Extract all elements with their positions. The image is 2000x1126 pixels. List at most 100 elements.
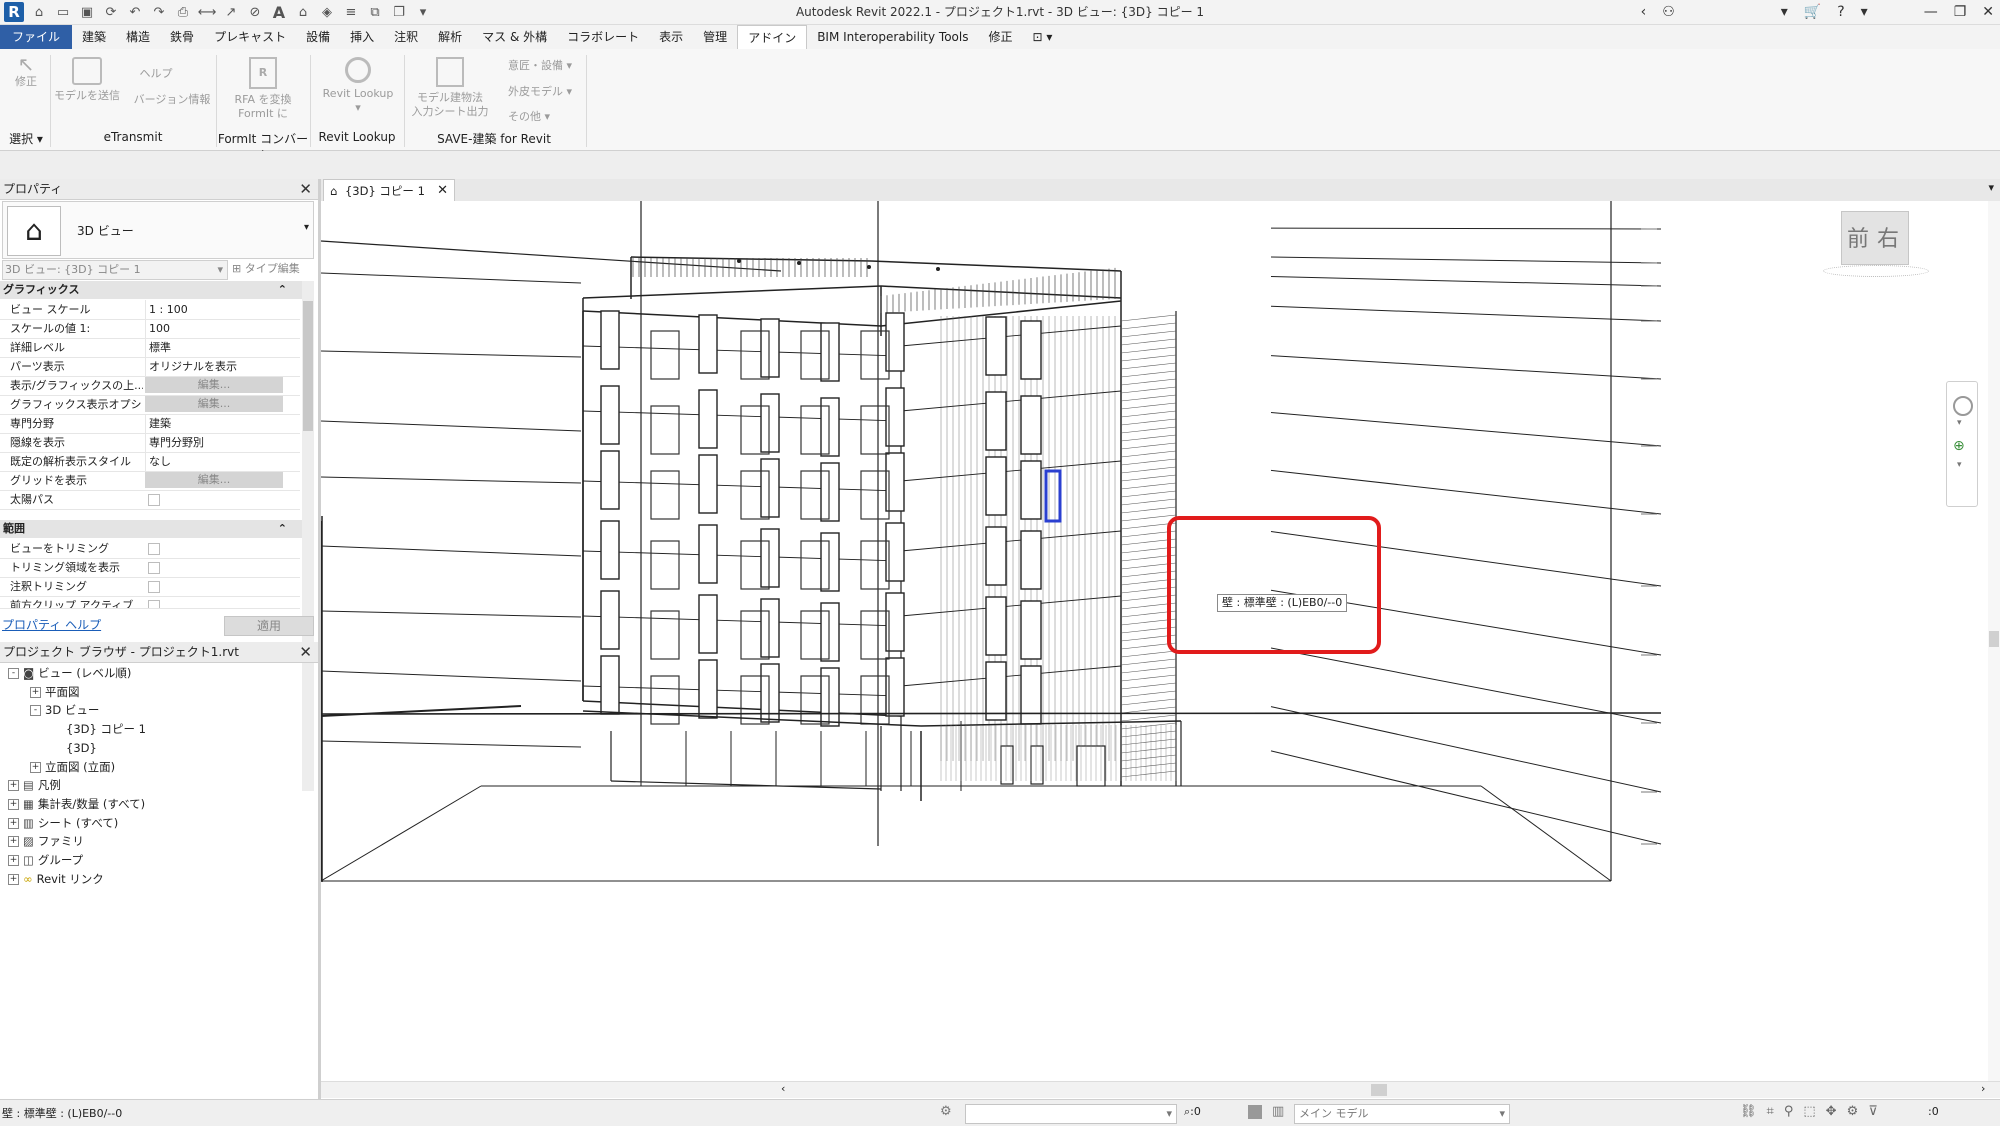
panel-select-label[interactable]: 選択 ▾ <box>2 130 50 147</box>
expand-icon[interactable]: + <box>8 780 19 792</box>
property-value[interactable]: 1 : 100 <box>145 300 289 319</box>
browser-item[interactable]: - ◙ ビュー (レベル順) <box>8 664 131 682</box>
filter-icon[interactable]: ⊽ <box>1868 1104 1878 1119</box>
property-row[interactable]: 隠線を表示 専門分野別 <box>0 433 300 453</box>
section-graphics[interactable]: グラフィックス ⌃ <box>0 281 303 299</box>
customize-qat-icon[interactable]: ▾ <box>414 3 432 21</box>
property-row[interactable]: パーツ表示 オリジナルを表示 <box>0 357 300 377</box>
property-checkbox[interactable] <box>148 600 160 608</box>
close-hidden-icon[interactable]: ⧉ <box>366 3 384 21</box>
collapse-icon[interactable]: - <box>8 668 19 679</box>
property-checkbox[interactable] <box>148 581 160 593</box>
scroll-thumb[interactable] <box>303 301 313 431</box>
tab-addins[interactable]: アドイン <box>737 24 808 50</box>
doc-tab[interactable]: ⌂ {3D} コピー 1 ✕ <box>323 179 455 202</box>
modify-button[interactable]: ↖ 修正 <box>8 54 44 89</box>
select-by-face-icon[interactable]: ⬚ <box>1803 1104 1815 1119</box>
browser-item[interactable]: {3D} コピー 1 <box>52 720 146 738</box>
thin-lines-icon[interactable]: ≡ <box>342 3 360 21</box>
3d-viewport[interactable]: 前 右 ▾ ⊕ ▾ 壁 : 標準壁 : (L)EB0/--0 <box>321 201 1991 1081</box>
workset-dropdown[interactable]: ▾ <box>965 1104 1177 1124</box>
close-icon[interactable]: ✕ <box>299 179 312 199</box>
open-icon[interactable]: ▭ <box>54 3 72 21</box>
property-row[interactable]: 注釈トリミング <box>0 577 300 597</box>
rfa-convert-button[interactable]: R RFA を変換 FormIt に <box>228 57 298 121</box>
text-icon[interactable]: A <box>270 3 288 22</box>
property-row[interactable]: 詳細レベル 標準 <box>0 338 300 358</box>
expand-icon[interactable]: + <box>8 836 19 848</box>
tab-list-icon[interactable]: ▾ <box>1988 181 1994 194</box>
apply-button[interactable]: 適用 <box>224 616 314 636</box>
browser-item[interactable]: -3D ビュー <box>30 701 99 719</box>
property-value[interactable]: 専門分野別 <box>145 433 289 452</box>
collapse-icon[interactable]: - <box>30 705 41 717</box>
undo-icon[interactable]: ↶ <box>126 3 144 21</box>
property-row[interactable]: グリッドを表示 編集... <box>0 471 300 491</box>
chevron-down-icon[interactable]: ▾ <box>1781 4 1788 20</box>
browser-item[interactable]: + ▥ シート (すべて) <box>8 814 118 832</box>
redo-icon[interactable]: ↷ <box>150 3 168 21</box>
expand-icon[interactable]: + <box>30 761 41 773</box>
property-row[interactable]: トリミング領域を表示 <box>0 558 300 578</box>
tab-file[interactable]: ファイル <box>0 25 73 49</box>
property-row[interactable]: ビューをトリミング <box>0 539 300 559</box>
browser-item[interactable]: + 平面図 <box>30 683 80 701</box>
steering-wheel-icon[interactable] <box>1953 396 1973 416</box>
select-underlay-icon[interactable]: ⌗ <box>1767 1104 1774 1119</box>
select-links-icon[interactable]: ⛓ <box>1740 1104 1757 1119</box>
drag-elements-icon[interactable]: ✥ <box>1826 1104 1837 1119</box>
property-checkbox[interactable] <box>148 543 160 555</box>
switch-windows-icon[interactable]: ❐ <box>390 3 408 21</box>
close-icon[interactable]: ✕ <box>299 642 312 662</box>
version-button[interactable]: バージョン情報 <box>132 93 212 107</box>
property-row[interactable]: スケールの値 1: 100 <box>0 319 300 339</box>
tab-insert[interactable]: 挿入 <box>340 25 384 49</box>
background-process-icon[interactable]: ⚙ <box>1847 1104 1859 1119</box>
model-dropdown[interactable]: メイン モデル ▾ <box>1294 1104 1510 1124</box>
browser-item[interactable]: + ◫ グループ <box>8 851 83 869</box>
tab-architecture[interactable]: 建築 <box>72 25 116 49</box>
tab-steel[interactable]: 鉄骨 <box>160 25 204 49</box>
select-pinned-icon[interactable]: ⚲ <box>1784 1104 1794 1119</box>
binoculars-icon[interactable]: ⚇ <box>1662 4 1675 20</box>
expand-icon[interactable]: + <box>8 798 19 810</box>
property-value[interactable]: なし <box>145 452 289 471</box>
tab-view[interactable]: 表示 <box>649 25 693 49</box>
close-icon[interactable]: ✕ <box>1982 4 1994 20</box>
expand-icon[interactable]: + <box>8 855 19 866</box>
property-row[interactable]: 前方クリップ アクティブ <box>0 596 300 609</box>
3d-view-icon[interactable]: ⌂ <box>294 3 312 21</box>
dimension-icon[interactable]: ↗ <box>222 3 240 21</box>
edit-button[interactable]: 編集... <box>145 377 283 393</box>
home-icon[interactable]: ⌂ <box>30 3 48 21</box>
tag-icon[interactable]: ⊘ <box>246 3 264 21</box>
design-options-icon[interactable] <box>1248 1105 1262 1119</box>
property-row[interactable]: 既定の解析表示スタイル なし <box>0 452 300 472</box>
revit-lookup-button[interactable]: Revit Lookup ▾ <box>316 57 400 115</box>
tab-manage[interactable]: 管理 <box>693 25 737 49</box>
minimize-icon[interactable]: — <box>1924 4 1938 20</box>
tab-annotate[interactable]: 注釈 <box>384 25 428 49</box>
property-checkbox[interactable] <box>148 494 160 506</box>
property-row[interactable]: 専門分野 建築 <box>0 414 300 434</box>
property-value[interactable]: 100 <box>145 319 289 338</box>
restore-icon[interactable]: ❐ <box>1954 4 1967 20</box>
browser-item[interactable]: + ▦ 集計表/数量 (すべて) <box>8 795 145 813</box>
view-cube-right[interactable]: 右 <box>1877 221 1899 253</box>
section-icon[interactable]: ◈ <box>318 3 336 21</box>
expand-icon[interactable]: + <box>8 817 19 829</box>
editable-only-icon[interactable]: ▥ <box>1272 1104 1284 1119</box>
tab-collaborate[interactable]: コラボレート <box>557 25 649 49</box>
help-button[interactable]: ヘルプ <box>132 67 180 81</box>
browser-item[interactable]: + ∞ Revit リンク <box>8 870 104 888</box>
close-icon[interactable]: ✕ <box>437 180 448 202</box>
section-extents[interactable]: 範囲 ⌃ <box>0 520 303 538</box>
edit-type-button[interactable]: ⊞ タイプ編集 <box>232 260 312 278</box>
browser-item[interactable]: + ▤ 凡例 <box>8 776 61 794</box>
zoom-icon[interactable]: ⊕ <box>1953 438 1969 454</box>
save-icon[interactable]: ▣ <box>78 3 96 21</box>
view-cube[interactable]: 前 右 <box>1819 207 1929 279</box>
tab-bim-interoperability[interactable]: BIM Interoperability Tools <box>807 25 978 49</box>
property-value[interactable]: オリジナルを表示 <box>145 357 289 376</box>
exterior-dropdown[interactable]: 外皮モデル ▾ <box>508 85 598 99</box>
